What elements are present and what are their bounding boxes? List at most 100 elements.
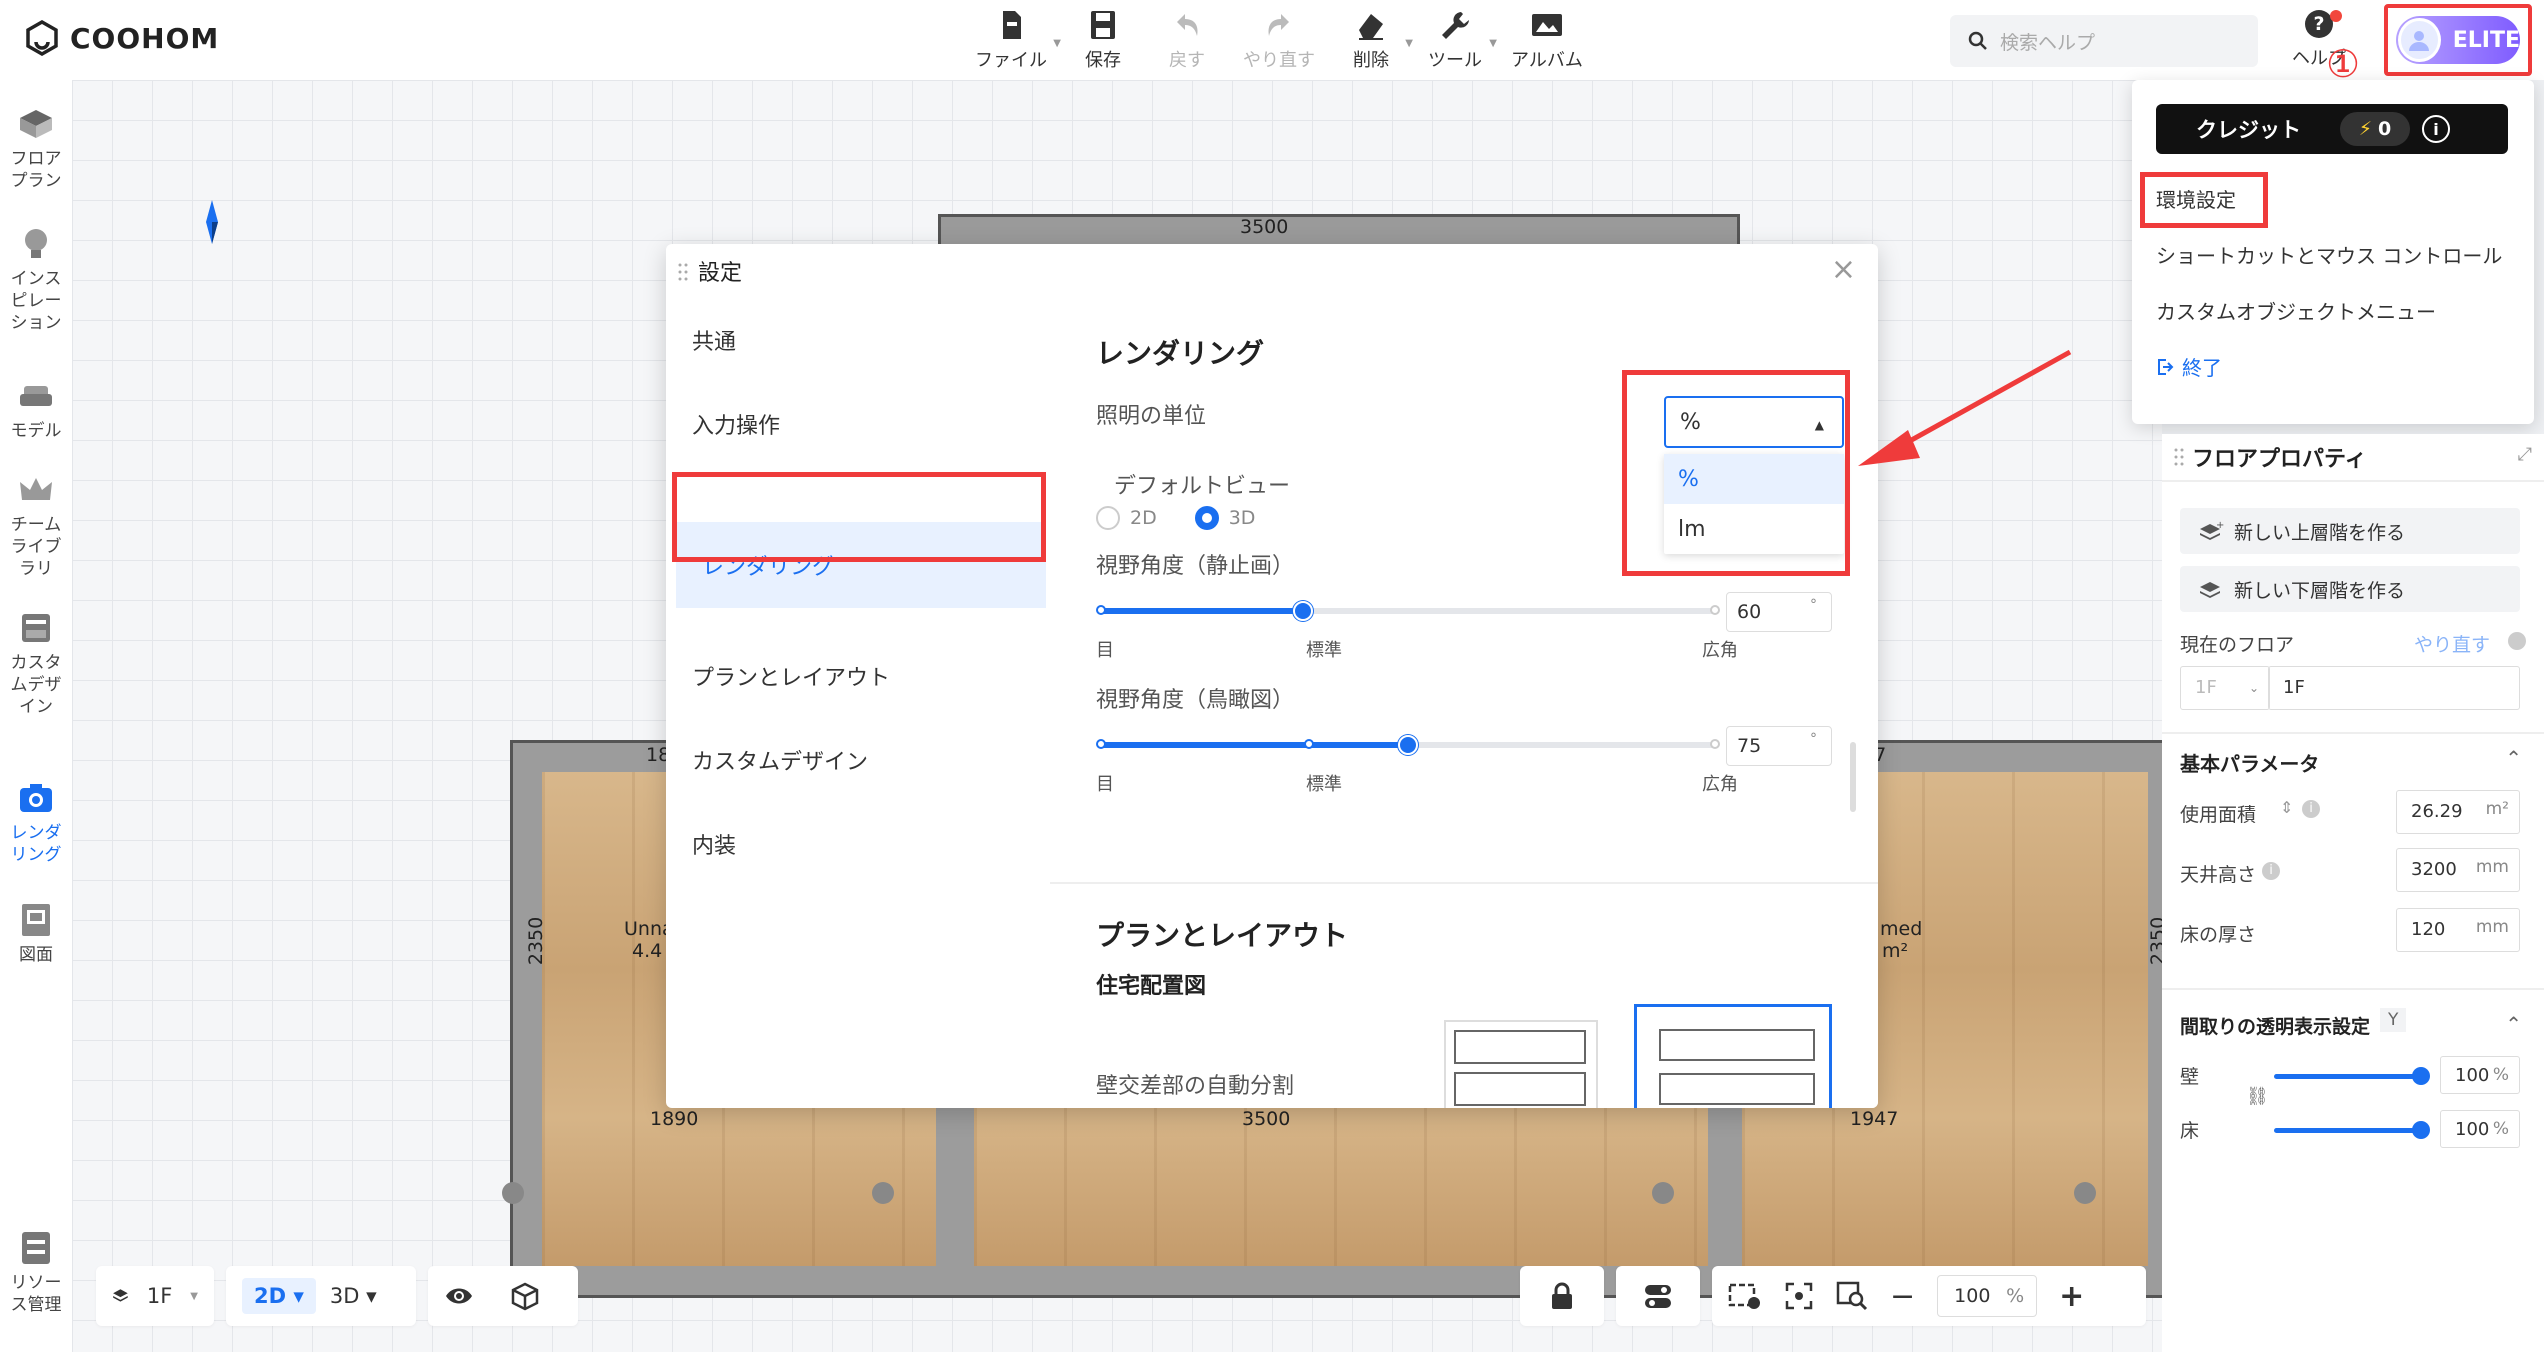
focus-icon[interactable] <box>1784 1281 1814 1311</box>
radio-2d[interactable] <box>1096 506 1120 530</box>
chevron-up-icon[interactable]: ⌃ <box>2505 1012 2522 1036</box>
app-logo[interactable]: COOHOM <box>24 20 219 56</box>
logout-icon <box>2158 358 2174 375</box>
menu-item-custom-object[interactable]: カスタムオブジェクトメニュー <box>2156 296 2436 325</box>
wall-corner <box>872 1182 894 1204</box>
ceiling-input[interactable]: 3200 mm <box>2396 848 2520 892</box>
redo-button[interactable]: やり直す <box>1243 8 1315 72</box>
fov-still-slider[interactable] <box>1096 601 1720 621</box>
file-menu-button[interactable]: ファイル ▼ <box>975 8 1061 72</box>
floor-select[interactable]: 1F ⌄ <box>2180 666 2270 710</box>
compass-icon <box>206 200 218 244</box>
sidebar-item-floorplan[interactable]: フロア プラン <box>0 104 72 192</box>
sidebar-label: モデル <box>10 421 62 441</box>
new-lower-floor-button[interactable]: 新しい下層階を作る <box>2180 566 2520 612</box>
sidebar-item-team-library[interactable]: チーム ライブ ラリ <box>0 470 72 580</box>
fov-aerial-slider[interactable] <box>1096 735 1720 755</box>
new-upper-floor-button[interactable]: + 新しい上層階を作る <box>2180 508 2520 554</box>
crown-icon <box>20 478 52 500</box>
settings-tab-plan-layout[interactable]: プランとレイアウト <box>666 634 1050 718</box>
info-icon[interactable]: i <box>2262 862 2280 880</box>
dimension-bottom-right: 1947 <box>1850 1108 1899 1130</box>
settings-nav: 共通 入力操作 レンダリング プランとレイアウト カスタムデザイン 内装 <box>666 298 1050 1108</box>
slider-knob[interactable] <box>1398 735 1418 755</box>
slider-fill <box>1098 742 1408 748</box>
save-label: 保存 <box>1085 50 1121 71</box>
account-dropdown-menu: クレジット ⚡ 0 i 環境設定 ショートカットとマウス コントロール カスタム… <box>2132 80 2534 424</box>
close-icon[interactable]: × <box>1831 255 1856 285</box>
toggle-settings-button[interactable] <box>1616 1266 1700 1326</box>
drag-handle-icon[interactable] <box>678 262 688 282</box>
sidebar-item-custom-design[interactable]: カスタ ムデザ イン <box>0 608 72 718</box>
credit-button[interactable]: クレジット ⚡ 0 i <box>2156 104 2508 154</box>
eye-icon[interactable] <box>444 1285 474 1307</box>
view-2d-button[interactable]: 2D ▾ <box>242 1278 316 1314</box>
settings-tab-input[interactable]: 入力操作 <box>666 382 1050 466</box>
link-icon[interactable]: ⛓ <box>2246 1086 2269 1107</box>
cube-icon[interactable] <box>510 1281 540 1311</box>
zoom-input[interactable]: 100 % <box>1937 1275 2038 1317</box>
fov-still-input[interactable]: 60 ° <box>1726 592 1832 632</box>
zoom-out-icon[interactable]: − <box>1890 1279 1915 1314</box>
view-3d-button[interactable]: 3D ▾ <box>330 1284 377 1308</box>
panel-header[interactable]: フロアプロパティ <box>2192 434 2367 480</box>
tools-menu-button[interactable]: ツール ▼ <box>1427 8 1497 72</box>
tick-left: 目 <box>1096 640 1114 661</box>
chevron-up-icon[interactable]: ⌃ <box>2505 746 2522 770</box>
room-left-area: 4.4 <box>632 940 663 962</box>
notification-dot <box>2330 10 2342 22</box>
lightning-icon: ⚡ <box>2358 118 2373 140</box>
slider-knob[interactable] <box>2412 1121 2430 1139</box>
fit-settings-icon[interactable] <box>1728 1281 1762 1311</box>
slider-dot <box>1710 739 1720 749</box>
album-button[interactable]: アルバム <box>1511 8 1583 72</box>
settings-tab-interior[interactable]: 内装 <box>666 802 1050 886</box>
sidebar-item-model[interactable]: モデル <box>0 376 72 442</box>
zoom-in-icon[interactable]: + <box>2059 1279 2084 1314</box>
lock-button[interactable] <box>1520 1266 1604 1326</box>
settings-tab-custom-design[interactable]: カスタムデザイン <box>666 718 1050 802</box>
undo-button[interactable]: 戻す <box>1159 8 1215 72</box>
settings-tab-general[interactable]: 共通 <box>666 298 1050 382</box>
drag-handle-icon[interactable] <box>2174 447 2184 467</box>
content-scrollbar[interactable] <box>1850 742 1856 812</box>
wall-opacity-input[interactable]: 100% <box>2440 1056 2520 1094</box>
redo-icon <box>1268 14 1289 36</box>
slider-knob[interactable] <box>2412 1067 2430 1085</box>
menu-item-shortcuts[interactable]: ショートカットとマウス コントロール <box>2156 240 2502 269</box>
info-icon[interactable]: i <box>2422 115 2450 143</box>
sidebar-item-rendering[interactable]: レンダ リング <box>0 778 72 866</box>
floor-name-input[interactable]: 1F <box>2268 666 2520 710</box>
floor-switcher[interactable]: 1F ▼ <box>96 1266 214 1326</box>
dialog-header[interactable]: 設定 × <box>666 244 1878 298</box>
account-button[interactable]: ELITE <box>2396 16 2520 64</box>
album-icon <box>1531 14 1562 36</box>
menu-item-exit[interactable]: 終了 <box>2156 352 2222 381</box>
tick-right: 広角 <box>1702 774 1738 795</box>
undo-icon <box>1177 14 1198 36</box>
floor-opacity-slider[interactable] <box>2274 1121 2430 1139</box>
delete-menu-button[interactable]: 削除 ▼ <box>1343 8 1413 72</box>
slider-knob[interactable] <box>1293 601 1313 621</box>
floor-thickness-label: 床の厚さ <box>2180 924 2257 946</box>
radio-3d[interactable] <box>1194 506 1219 530</box>
sidebar-item-drawing[interactable]: 図面 <box>0 900 72 966</box>
credit-value: 0 <box>2378 118 2392 140</box>
info-icon[interactable]: i <box>2302 800 2320 818</box>
zoom-area-icon[interactable] <box>1836 1281 1868 1311</box>
lighting-unit-label: 照明の単位 <box>1096 404 1207 429</box>
slider-dot <box>1304 739 1314 749</box>
sidebar-item-inspiration[interactable]: インス ピレー ション <box>0 224 72 334</box>
fov-aerial-input[interactable]: 75 ° <box>1726 726 1832 766</box>
save-button[interactable]: 保存 <box>1075 8 1131 72</box>
redo-link[interactable]: やり直す <box>2414 630 2490 657</box>
lock-icon <box>1552 1282 1572 1309</box>
camera-icon <box>20 784 52 812</box>
floor-opacity-input[interactable]: 100% <box>2440 1110 2520 1148</box>
wall-opacity-slider[interactable] <box>2274 1067 2430 1085</box>
expand-icon[interactable]: ⤢ <box>2518 444 2532 465</box>
search-help-input[interactable]: 検索ヘルプ <box>1950 15 2258 67</box>
floor-thickness-input[interactable]: 120 mm <box>2396 908 2520 952</box>
sidebar-item-resource[interactable]: リソー ス管理 <box>0 1228 72 1316</box>
dimension-bottom-left: 1890 <box>650 1108 699 1130</box>
